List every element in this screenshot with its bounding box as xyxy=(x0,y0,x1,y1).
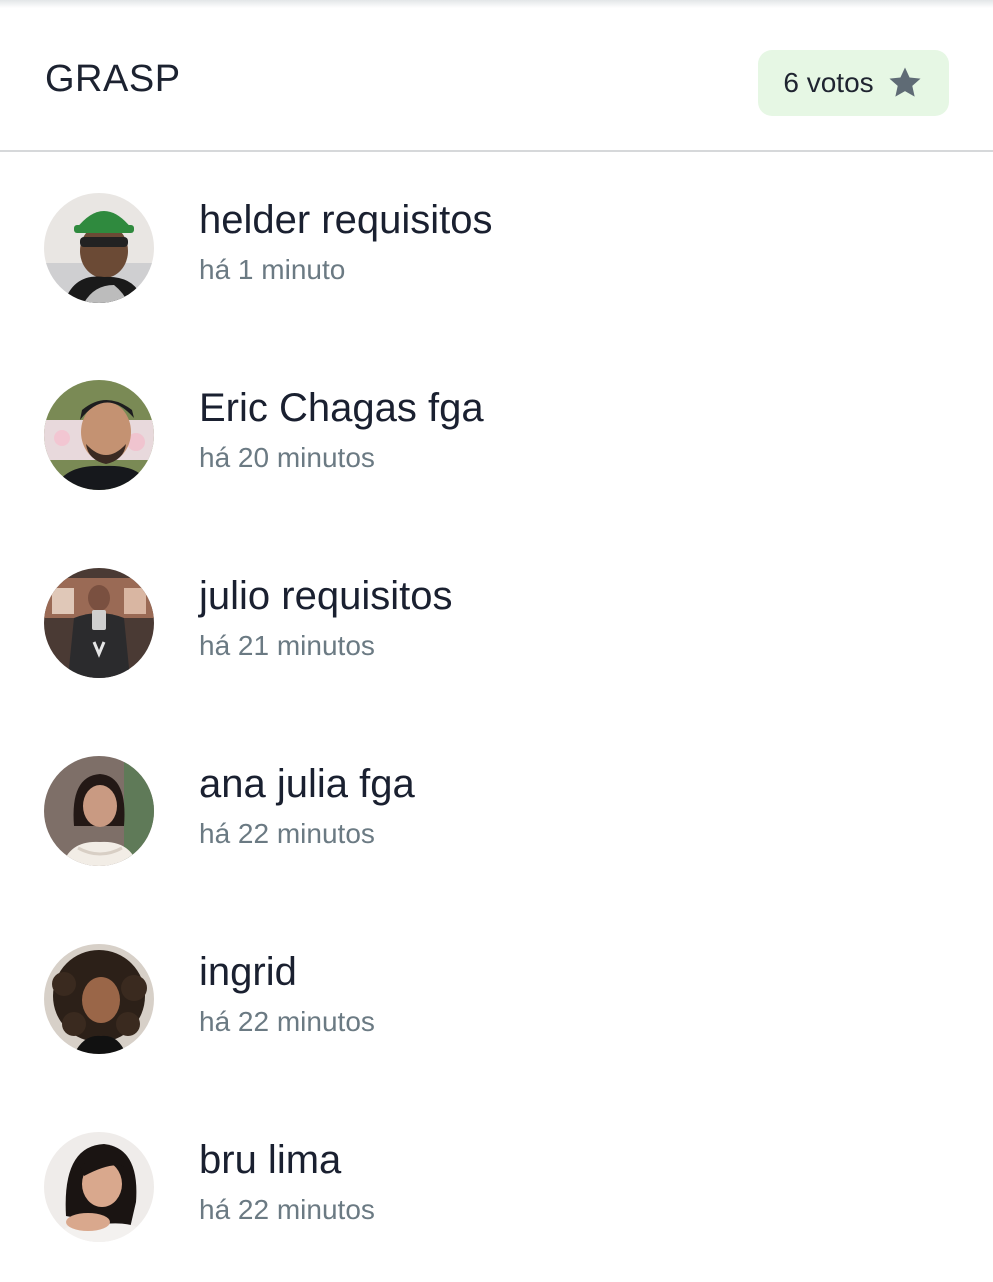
voter-name: Eric Chagas fga xyxy=(199,386,484,430)
votes-badge[interactable]: 6 votos xyxy=(758,50,949,116)
vote-time: há 20 minutos xyxy=(199,442,375,473)
avatar xyxy=(44,1132,154,1242)
avatar xyxy=(44,193,154,303)
list-item[interactable]: ingrid há 22 minutos xyxy=(0,906,993,1094)
votes-count: 6 votos xyxy=(783,67,874,98)
voter-name: julio requisitos xyxy=(199,574,453,618)
header: GRASP 6 votos xyxy=(0,0,993,152)
vote-time: há 22 minutos xyxy=(199,1194,375,1225)
avatar xyxy=(44,756,154,866)
list-item[interactable]: bru lima há 22 minutos xyxy=(0,1094,993,1282)
voter-name: bru lima xyxy=(199,1138,342,1182)
star-icon xyxy=(889,67,921,97)
list-item[interactable]: ana julia fga há 22 minutos xyxy=(0,718,993,906)
list-item[interactable]: julio requisitos há 21 minutos xyxy=(0,530,993,718)
voter-name: helder requisitos xyxy=(199,198,493,242)
vote-time: há 22 minutos xyxy=(199,1006,375,1037)
vote-time: há 22 minutos xyxy=(199,818,375,849)
vote-time: há 1 minuto xyxy=(199,254,346,285)
list-item[interactable]: Eric Chagas fga há 20 minutos xyxy=(0,342,993,530)
page-title: GRASP xyxy=(45,58,181,100)
vote-time: há 21 minutos xyxy=(199,630,375,661)
avatar xyxy=(44,380,154,490)
voter-name: ingrid xyxy=(199,950,297,994)
avatar xyxy=(44,944,154,1054)
list-item[interactable]: helder requisitos há 1 minuto xyxy=(0,154,993,342)
avatar xyxy=(44,568,154,678)
voter-name: ana julia fga xyxy=(199,762,415,806)
